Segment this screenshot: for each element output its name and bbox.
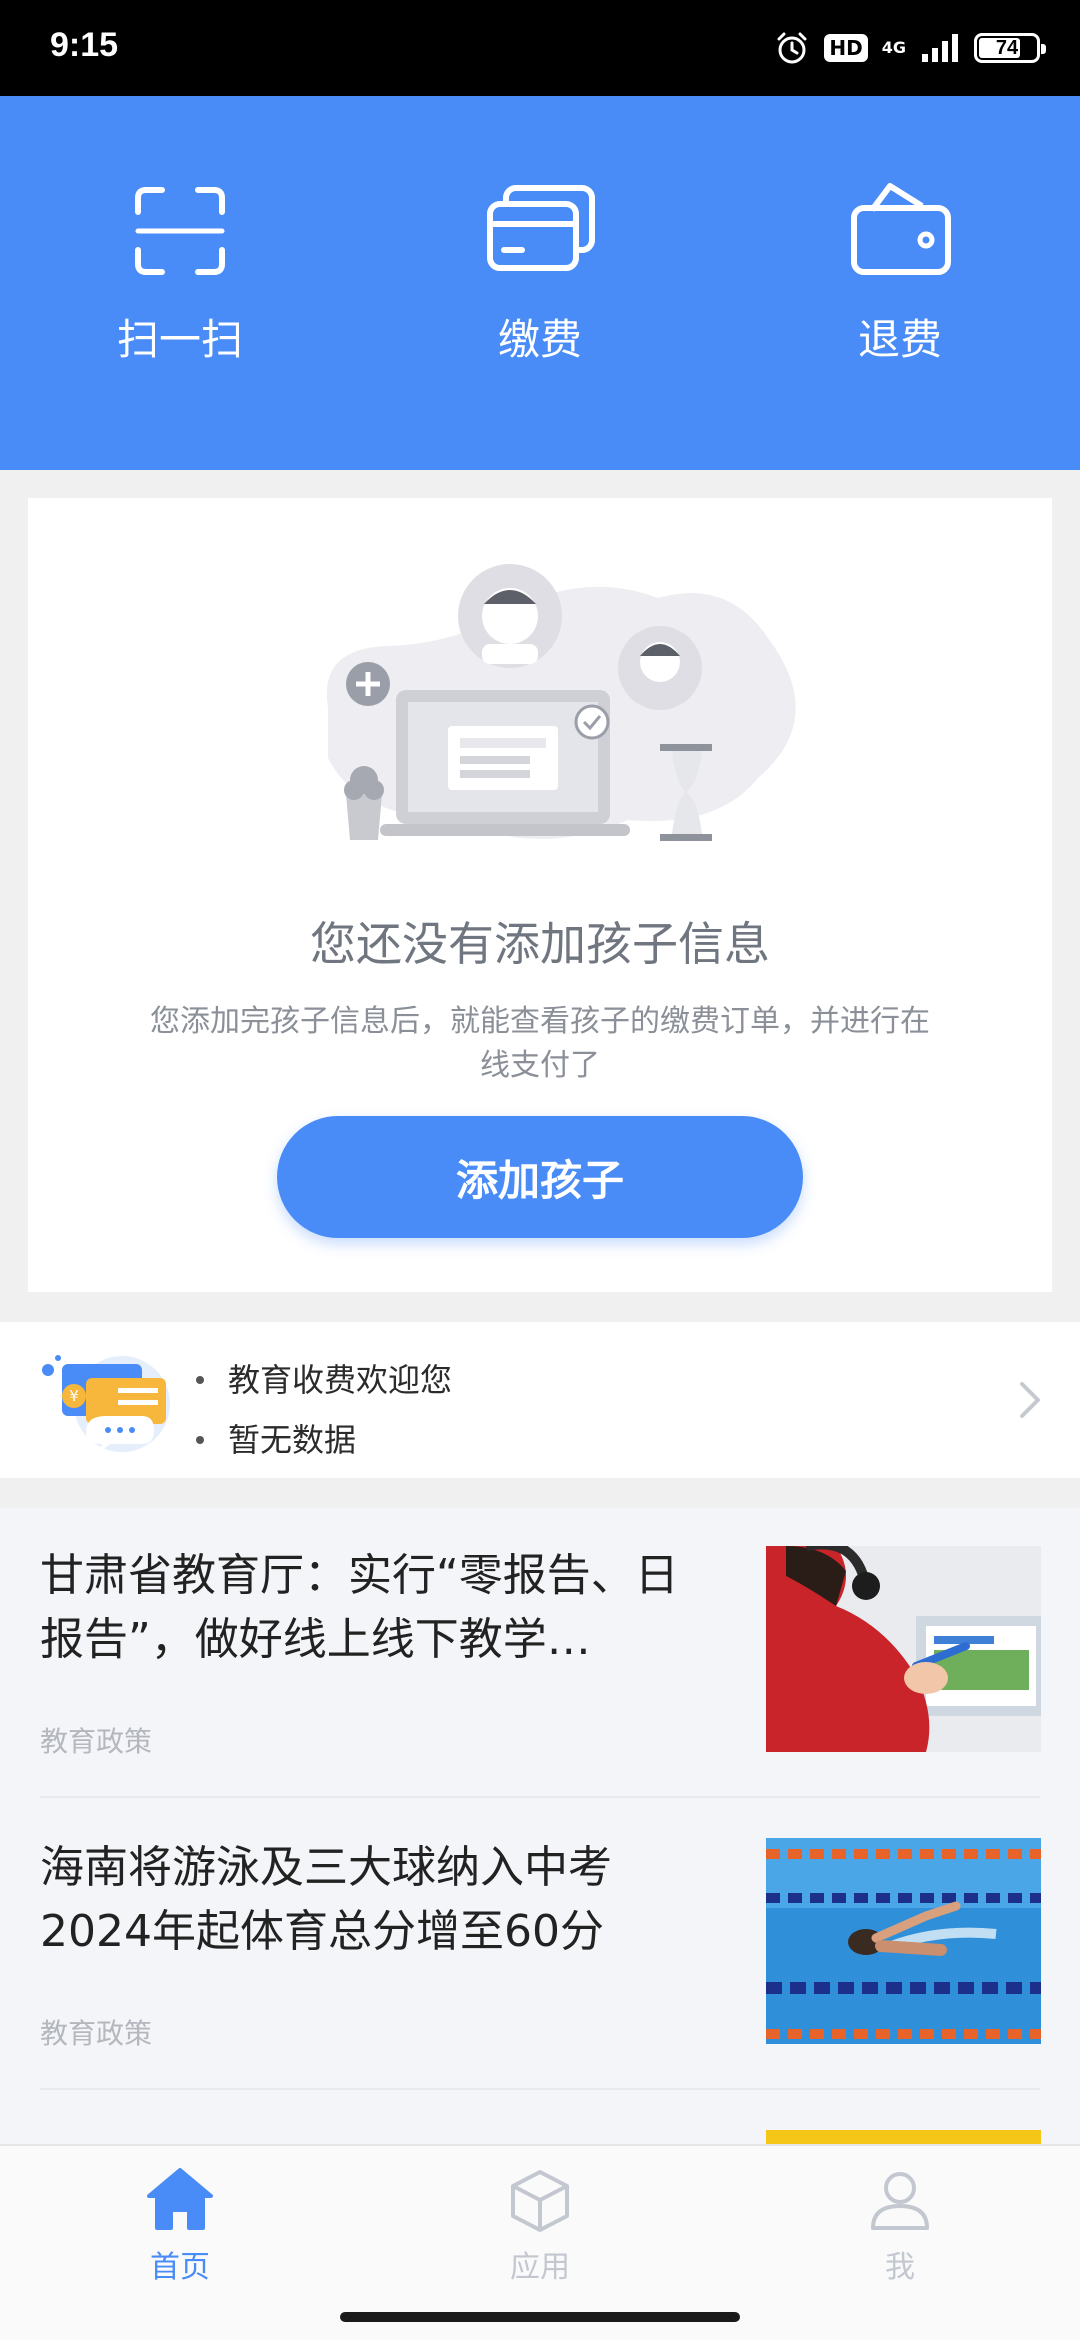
message-icon: ¥ [42,1355,170,1452]
quick-actions: 扫一扫 缴费 退费 [0,96,1080,470]
tab-me-label: 我 [885,2250,915,2285]
network-type: 4G [881,38,906,57]
battery-icon: 74 [974,33,1046,63]
notice-text: 暂无数据 [228,1421,357,1459]
news-item[interactable]: 海南将游泳及三大球纳入中考2024年起体育总分增至60分 教育政策 [40,1800,1041,2090]
notice-text: 教育收费欢迎您 [228,1361,453,1399]
news-thumbnail[interactable] [766,1838,1041,2044]
chevron-right-icon[interactable] [1016,1378,1044,1422]
alarm-icon [777,32,807,64]
status-bar: 9:15 HD 4G 74 [0,0,1080,96]
news-item[interactable]: 甘肃省教育厅：实行“零报告、日报告”，做好线上线下教学… 教育政策 [40,1508,1041,1798]
home-icon [147,2168,213,2230]
news-title: 甘肃省教育厅：实行“零报告、日报告”，做好线上线下教学… [40,1550,679,1665]
news-thumbnail[interactable] [766,2130,1041,2144]
empty-title: 您还没有添加孩子信息 [310,917,770,971]
signal-icon [922,34,958,62]
tab-me[interactable]: 我 [800,2166,1000,2286]
scan-icon [135,187,225,275]
news-tag: 教育政策 [40,1725,153,1758]
tab-home[interactable]: 首页 [80,2166,280,2286]
status-icons: HD 4G 74 [774,24,1046,72]
tab-home-label: 首页 [150,2250,210,2285]
empty-state-card: 您还没有添加孩子信息 您添加完孩子信息后，就能查看孩子的缴费订单，并进行在线支付… [28,498,1052,1292]
svg-text:¥: ¥ [69,1387,79,1405]
news-thumbnail[interactable] [766,1546,1041,1752]
tab-apps-label: 应用 [510,2250,570,2285]
cube-icon [511,2170,569,2232]
news-list: 甘肃省教育厅：实行“零报告、日报告”，做好线上线下教学… 教育政策 海南将游泳及… [0,1508,1080,2144]
pay-button[interactable]: 缴费 [420,176,660,367]
person-icon [871,2172,929,2230]
add-child-button[interactable]: 添加孩子 [277,1116,803,1238]
scan-button[interactable]: 扫一扫 [60,176,300,367]
wallet-icon [851,183,951,275]
pay-label: 缴费 [497,315,582,364]
scan-label: 扫一扫 [116,315,243,364]
news-tag: 教育政策 [40,2017,153,2050]
hd-badge: HD [824,34,868,62]
bottom-nav: 首页 应用 我 [0,2144,1080,2340]
notice-list: 教育收费欢迎您 暂无数据 [196,1350,452,1470]
battery-percent: 74 [995,36,1019,59]
refund-label: 退费 [857,315,942,364]
notice-item: 教育收费欢迎您 [196,1350,452,1410]
empty-illustration [326,564,796,841]
notice-strip[interactable]: ¥ 教育收费欢迎您 暂无数据 [0,1322,1080,1478]
tab-apps[interactable]: 应用 [440,2166,640,2286]
news-title: 海南将游泳及三大球纳入中考2024年起体育总分增至60分 [40,1842,612,1957]
empty-description: 您添加完孩子信息后，就能查看孩子的缴费订单，并进行在线支付了 [150,1004,930,1083]
refund-button[interactable]: 退费 [780,176,1020,367]
status-time: 9:15 [50,26,119,64]
news-item[interactable] [40,2092,1041,2144]
card-icon [487,185,595,271]
home-indicator[interactable] [340,2312,740,2322]
notice-item: 暂无数据 [196,1410,452,1470]
